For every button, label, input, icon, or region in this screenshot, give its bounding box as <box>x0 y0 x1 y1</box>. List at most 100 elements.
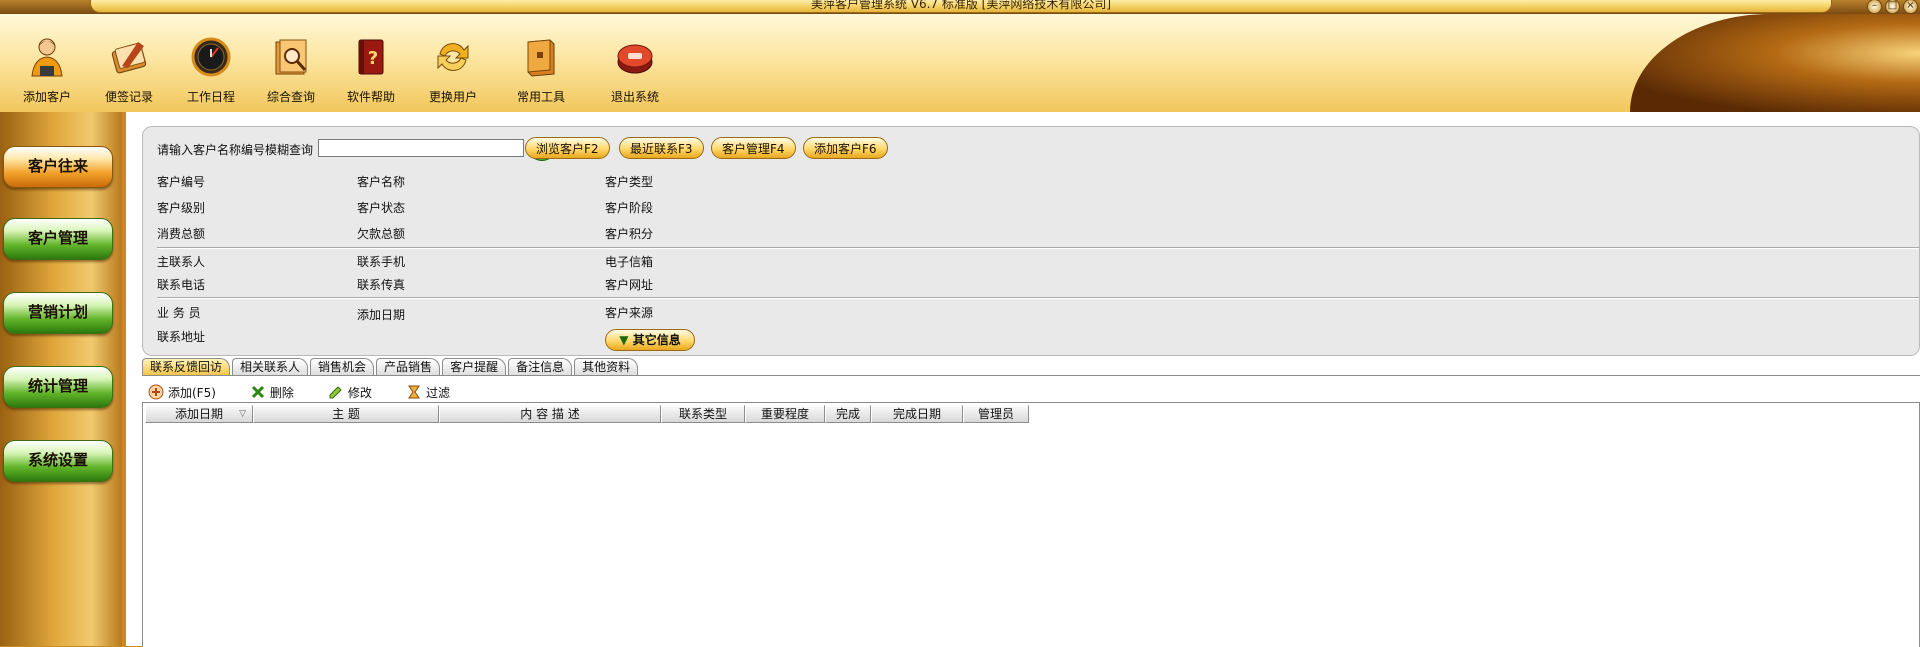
grid-edit-button[interactable]: 修改 <box>328 382 372 402</box>
recent-contacts-button[interactable]: 最近联系F3 <box>619 137 704 159</box>
grid-delete-label: 删除 <box>269 385 294 400</box>
toolbar-label: 添加客户 <box>22 90 71 104</box>
sort-arrow-icon: ▽ <box>239 409 246 419</box>
main-toolbar: 添加客户 便签记录 工作日程 综合查询 ? 软件帮助 更换用户 常用工具 退出系… <box>0 14 1920 112</box>
field-website: 客户网址 <box>605 278 654 292</box>
field-customer-level: 客户级别 <box>157 201 206 215</box>
swap-arrows-icon <box>437 43 469 71</box>
toolbar-query-button[interactable]: 综合查询 <box>256 36 326 105</box>
toolbar-exit-button[interactable]: 退出系统 <box>600 36 670 105</box>
sidebar-item-statistics[interactable]: 统计管理 <box>3 366 113 408</box>
tab-notes[interactable]: 备注信息 <box>508 358 573 375</box>
field-customer-status: 客户状态 <box>357 201 406 215</box>
column-header-complete-date[interactable]: 完成日期 <box>871 405 963 423</box>
delete-x-icon <box>251 385 264 399</box>
button-label: 浏览客户F2 <box>536 142 599 156</box>
tab-other-data[interactable]: 其他资料 <box>574 358 639 375</box>
field-customer-type: 客户类型 <box>605 175 654 189</box>
minimize-icon[interactable]: – <box>1867 0 1882 14</box>
column-header-description[interactable]: 内 容 描 述 <box>439 405 661 423</box>
search-label: 请输入客户名称编号模糊查询 <box>157 143 314 157</box>
toolbar-schedule-button[interactable]: 工作日程 <box>176 36 246 105</box>
close-icon[interactable]: × <box>1903 0 1918 14</box>
data-grid: 添加日期 ▽ 主 题 内 容 描 述 联系类型 重要程度 完成 完成日期 管理员 <box>142 402 1920 647</box>
title-bar: 美萍客户管理系统 V6.7 标准版 [美萍网络技术有限公司] – □ × <box>0 0 1920 14</box>
column-header-label: 完成 <box>835 407 860 421</box>
customer-info-panel: 请输入客户名称编号模糊查询 浏览客户F2 最近联系F3 客户管理F4 添加客户F… <box>142 126 1920 356</box>
toolbar-label: 软件帮助 <box>346 90 395 104</box>
toolbar-label: 综合查询 <box>266 90 315 104</box>
grid-add-label: 添加(F5) <box>168 385 216 400</box>
toolbar-tools-button[interactable]: 常用工具 <box>506 36 576 105</box>
field-total-spend: 消费总额 <box>157 227 206 241</box>
add-customer-button[interactable]: 添加客户F6 <box>803 137 888 159</box>
column-header-label: 重要程度 <box>760 407 809 421</box>
person-icon <box>31 38 63 77</box>
button-label: 最近联系F3 <box>630 142 693 156</box>
separator <box>157 297 1919 299</box>
grid-add-button[interactable]: 添加(F5) <box>148 382 216 402</box>
grid-header: 添加日期 ▽ 主 题 内 容 描 述 联系类型 重要程度 完成 完成日期 管理员 <box>145 405 1029 423</box>
field-address: 联系地址 <box>157 330 206 344</box>
column-header-admin[interactable]: 管理员 <box>963 405 1029 423</box>
field-contact-phone: 联系电话 <box>157 278 206 292</box>
toolbar-label: 常用工具 <box>516 90 565 104</box>
column-header-contact-type[interactable]: 联系类型 <box>661 405 745 423</box>
field-source: 客户来源 <box>605 306 654 320</box>
tab-related-contacts[interactable]: 相关联系人 <box>232 358 309 375</box>
field-main-contact: 主联系人 <box>157 255 206 269</box>
tab-customer-reminder[interactable]: 客户提醒 <box>442 358 507 375</box>
button-label: 添加客户F6 <box>814 142 877 156</box>
maximize-icon[interactable]: □ <box>1885 0 1900 14</box>
help-book-icon: ? <box>358 39 384 75</box>
exit-icon <box>617 44 653 74</box>
sidebar-item-customer-contact[interactable]: 客户往来 <box>3 146 113 188</box>
toolbar-label: 便签记录 <box>104 90 153 104</box>
column-header-label: 管理员 <box>977 407 1014 421</box>
toolbar-label: 工作日程 <box>186 90 235 104</box>
grid-edit-label: 修改 <box>347 385 372 400</box>
column-header-label: 完成日期 <box>892 407 941 421</box>
field-customer-name: 客户名称 <box>357 175 406 189</box>
browse-customers-button[interactable]: 浏览客户F2 <box>525 137 610 159</box>
customer-management-button[interactable]: 客户管理F4 <box>711 137 796 159</box>
toolbar-help-button[interactable]: ? 软件帮助 <box>336 36 406 105</box>
field-customer-stage: 客户阶段 <box>605 201 654 215</box>
sidebar: 客户往来 客户管理 营销计划 统计管理 系统设置 <box>0 112 122 646</box>
notepad-icon <box>111 42 147 74</box>
pencil-icon <box>329 386 342 399</box>
column-header-label: 联系类型 <box>678 407 727 421</box>
field-email: 电子信箱 <box>605 255 654 269</box>
toolbar-add-customer-button[interactable]: 添加客户 <box>12 36 82 105</box>
svg-text:?: ? <box>368 48 378 69</box>
hourglass-icon <box>408 385 420 399</box>
field-contact-mobile: 联系手机 <box>357 255 406 269</box>
toolbox-icon <box>527 39 555 77</box>
tab-product-sales[interactable]: 产品销售 <box>376 358 441 375</box>
column-header-label: 添加日期 <box>174 407 223 421</box>
search-input[interactable] <box>318 139 524 157</box>
toolbar-label: 退出系统 <box>610 90 659 104</box>
field-add-date: 添加日期 <box>357 308 406 322</box>
column-header-complete[interactable]: 完成 <box>825 405 871 423</box>
main-content: 请输入客户名称编号模糊查询 浏览客户F2 最近联系F3 客户管理F4 添加客户F… <box>126 112 1920 647</box>
toolbar-notes-button[interactable]: 便签记录 <box>94 36 164 105</box>
toolbar-switch-user-button[interactable]: 更换用户 <box>418 36 488 105</box>
sidebar-item-marketing-plan[interactable]: 营销计划 <box>3 292 113 334</box>
column-header-label: 主 题 <box>332 407 360 421</box>
grid-delete-button[interactable]: 删除 <box>250 382 294 402</box>
button-label: 其它信息 <box>632 333 681 347</box>
grid-filter-button[interactable]: 过滤 <box>406 382 450 402</box>
tab-sales-opportunity[interactable]: 销售机会 <box>310 358 375 375</box>
sidebar-item-customer-management[interactable]: 客户管理 <box>3 218 113 260</box>
column-header-label: 内 容 描 述 <box>520 407 580 421</box>
detail-tabs: 联系反馈回访 相关联系人 销售机会 产品销售 客户提醒 备注信息 其他资料 <box>142 358 640 376</box>
column-header-importance[interactable]: 重要程度 <box>745 405 825 423</box>
column-header-add-date[interactable]: 添加日期 ▽ <box>145 405 253 423</box>
other-info-button[interactable]: ▼ 其它信息 <box>605 329 695 351</box>
sidebar-item-system-settings[interactable]: 系统设置 <box>3 440 113 482</box>
chevron-down-icon: ▼ <box>619 333 629 347</box>
tab-feedback[interactable]: 联系反馈回访 <box>142 358 231 375</box>
clock-icon <box>191 37 231 77</box>
column-header-subject[interactable]: 主 题 <box>253 405 439 423</box>
